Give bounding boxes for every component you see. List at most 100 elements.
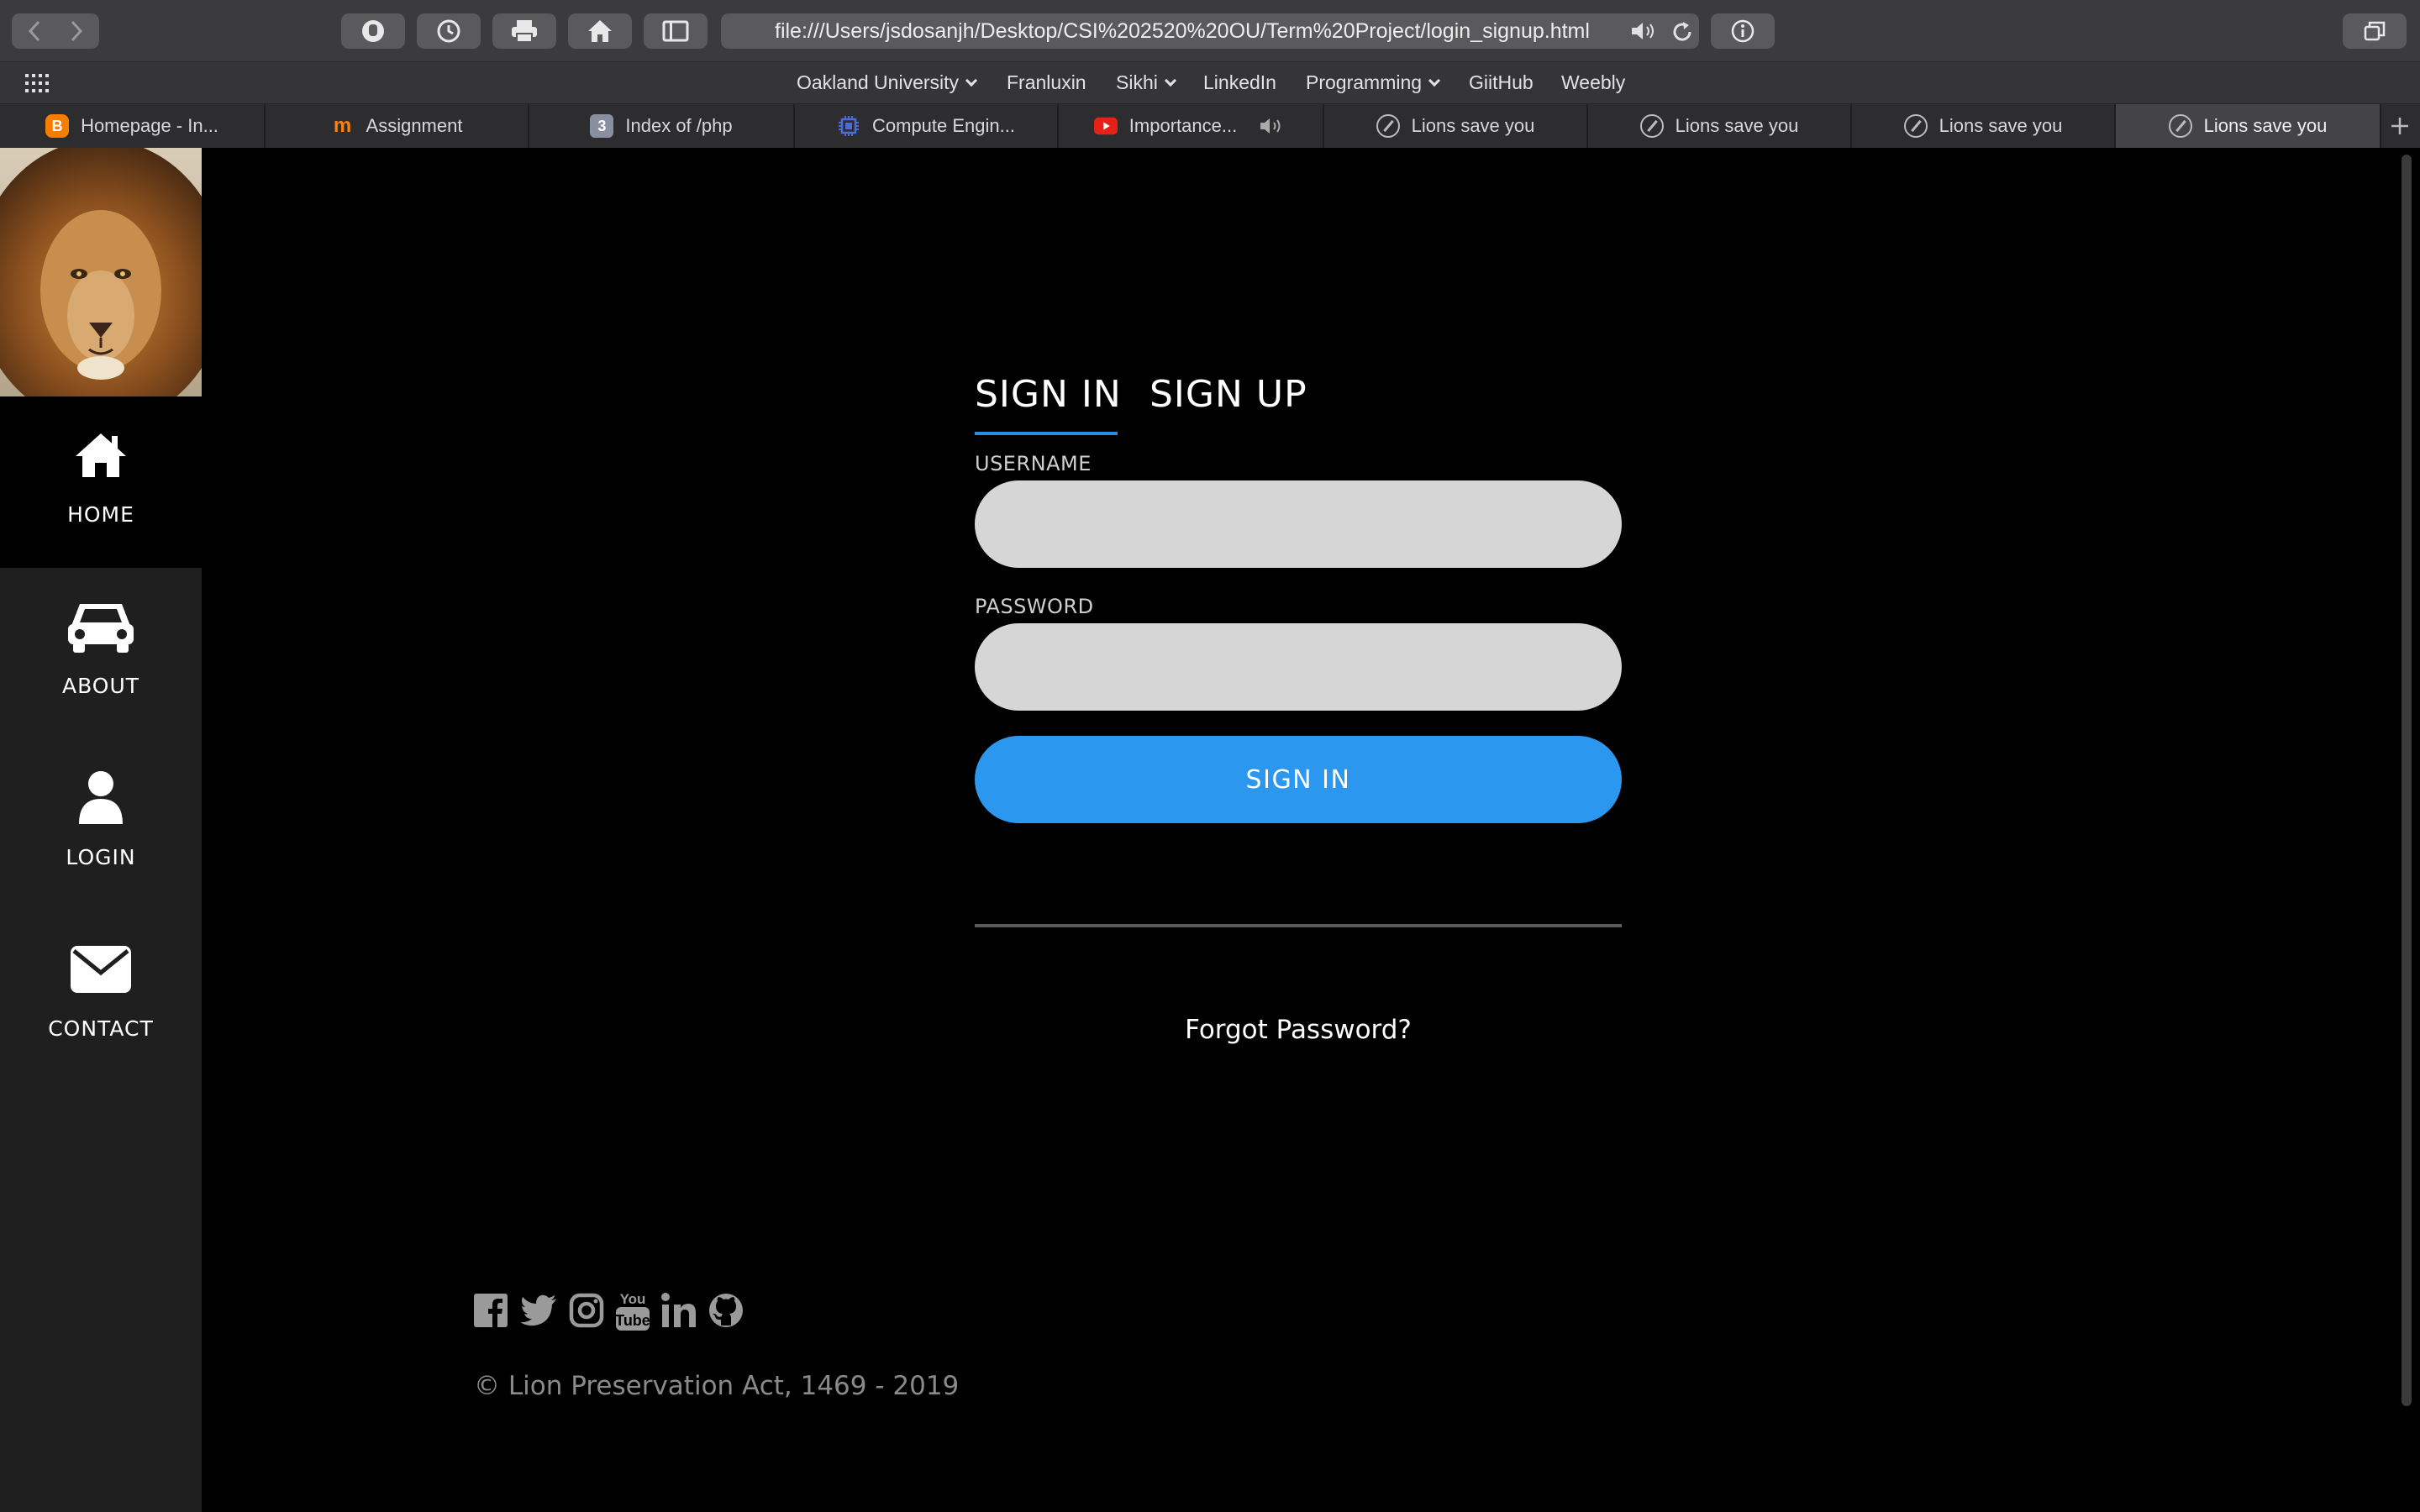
form-divider: [975, 924, 1622, 927]
sidebar-item-login[interactable]: LOGIN: [0, 739, 202, 911]
clock-icon: [436, 18, 461, 44]
browser-tab[interactable]: 3 Index of /php: [529, 104, 795, 148]
twitter-icon[interactable]: [519, 1294, 558, 1327]
home-icon: [73, 422, 129, 489]
browser-tab[interactable]: Lions save you: [1852, 104, 2116, 148]
favorite-linkedin[interactable]: LinkedIn: [1203, 71, 1276, 94]
instagram-icon[interactable]: [568, 1292, 605, 1329]
favorite-oakland-university[interactable]: Oakland University: [797, 71, 978, 94]
blogger-icon: B: [45, 114, 70, 138]
favorite-github[interactable]: GiitHub: [1469, 71, 1534, 94]
back-arrow-icon[interactable]: [13, 19, 55, 43]
sidebar: HOME ABOUT LOGIN CONTACT: [0, 148, 202, 1512]
forgot-password-link[interactable]: Forgot Password?: [1185, 1015, 1412, 1045]
compass-icon: [1376, 114, 1400, 138]
favorite-franluxin[interactable]: Franluxin: [1007, 71, 1086, 94]
sign-in-button[interactable]: SIGN IN: [975, 736, 1622, 823]
browser-tab-active[interactable]: Lions save you: [2116, 104, 2381, 148]
browser-tab[interactable]: Compute Engin...: [795, 104, 1059, 148]
favorite-label: GiitHub: [1469, 71, 1534, 93]
chevron-down-icon: [1428, 74, 1441, 87]
favorites-bar: Oakland University Franluxin Sikhi Linke…: [0, 62, 2420, 104]
tab-bar: B Homepage - In... m Assignment 3 Index …: [0, 104, 2420, 148]
tab-label: Assignment: [366, 115, 463, 136]
github-icon[interactable]: [708, 1292, 744, 1329]
browser-tab[interactable]: Lions save you: [1588, 104, 1852, 148]
username-input[interactable]: [975, 480, 1622, 568]
browser-toolbar: file:///Users/jsdosanjh/Desktop/CSI%2025…: [0, 0, 2420, 62]
favorite-label: Franluxin: [1007, 71, 1086, 93]
tab-sign-up[interactable]: SIGN UP: [1150, 373, 1307, 416]
sidebar-icon: [662, 20, 689, 42]
favorite-label: Weebly: [1561, 71, 1626, 93]
tab-label: Lions save you: [1411, 115, 1535, 136]
new-tab-icon[interactable]: [2388, 114, 2412, 141]
history-button[interactable]: [417, 13, 481, 49]
login-form: SIGN IN SIGN UP USERNAME PASSWORD SIGN I…: [975, 361, 1622, 1045]
privacy-hand-button[interactable]: [341, 13, 405, 49]
favorite-label: Oakland University: [797, 71, 960, 93]
tab-overview-button[interactable]: [2343, 13, 2407, 49]
forward-arrow-icon[interactable]: [55, 19, 97, 43]
compass-icon: [2168, 114, 2192, 138]
address-text[interactable]: file:///Users/jsdosanjh/Desktop/CSI%2025…: [775, 19, 1590, 44]
svg-text:You: You: [620, 1291, 646, 1307]
print-button[interactable]: [492, 13, 556, 49]
scrollbar-thumb[interactable]: [2402, 155, 2412, 1406]
compass-icon: [1639, 114, 1664, 138]
sidebar-item-about[interactable]: ABOUT: [0, 568, 202, 739]
reload-icon[interactable]: [1670, 20, 1694, 47]
password-input[interactable]: [975, 623, 1622, 711]
tab-label: Lions save you: [2203, 115, 2328, 136]
sidebar-item-label: CONTACT: [48, 1016, 154, 1041]
car-icon: [65, 593, 137, 660]
sidebar-item-contact[interactable]: CONTACT: [0, 911, 202, 1082]
browser-tab[interactable]: Importance...: [1059, 104, 1324, 148]
speaker-icon[interactable]: [1630, 20, 1660, 45]
address-bar[interactable]: file:///Users/jsdosanjh/Desktop/CSI%2025…: [721, 13, 1699, 49]
form-tabs: SIGN IN SIGN UP: [975, 361, 1622, 438]
youtube-icon[interactable]: You Tube: [615, 1289, 650, 1332]
tabs-overview-icon: [2363, 20, 2386, 42]
favorite-label: Sikhi: [1116, 71, 1158, 93]
youtube-icon: [1093, 114, 1118, 138]
number-badge-icon: 3: [590, 114, 614, 138]
sidebar-item-home[interactable]: HOME: [0, 396, 202, 568]
favorite-sikhi[interactable]: Sikhi: [1116, 71, 1176, 94]
facebook-icon[interactable]: [472, 1292, 509, 1329]
favorite-weebly[interactable]: Weebly: [1561, 71, 1625, 94]
apps-grid-icon[interactable]: [25, 74, 50, 97]
social-links: You Tube: [472, 1289, 744, 1332]
tab-audio-icon[interactable]: [1259, 116, 1287, 136]
username-label: USERNAME: [975, 452, 1092, 475]
home-icon: [587, 18, 613, 44]
envelope-icon: [69, 936, 133, 1003]
password-label: PASSWORD: [975, 595, 1094, 618]
sidebar-item-label: ABOUT: [61, 674, 140, 698]
hand-icon: [360, 18, 386, 45]
linkedin-icon[interactable]: [660, 1292, 697, 1329]
sidebar-item-label: HOME: [67, 502, 134, 527]
tab-label: Lions save you: [1675, 115, 1799, 136]
chevron-down-icon: [965, 74, 978, 87]
svg-text:Tube: Tube: [615, 1312, 650, 1329]
moodle-icon: m: [333, 114, 352, 137]
tab-label: Index of /php: [625, 115, 733, 136]
favorite-label: LinkedIn: [1203, 71, 1276, 93]
sidebar-item-label: LOGIN: [66, 845, 136, 869]
browser-tab[interactable]: B Homepage - In...: [0, 104, 266, 148]
tab-sign-in[interactable]: SIGN IN: [975, 373, 1122, 416]
tab-label: Lions save you: [1939, 115, 2063, 136]
browser-tab[interactable]: m Assignment: [266, 104, 529, 148]
home-toolbar-button[interactable]: [568, 13, 632, 49]
tab-label: Compute Engin...: [872, 115, 1015, 136]
browser-tab[interactable]: Lions save you: [1324, 104, 1588, 148]
page-scrollbar[interactable]: [2395, 148, 2420, 1512]
favorite-programming[interactable]: Programming: [1306, 71, 1441, 94]
user-icon: [77, 764, 124, 832]
lion-logo: [0, 148, 202, 396]
tab-label: Homepage - In...: [81, 115, 218, 136]
info-button[interactable]: [1711, 13, 1775, 49]
favorite-label: Programming: [1306, 71, 1423, 93]
sidebar-toggle-button[interactable]: [644, 13, 708, 49]
